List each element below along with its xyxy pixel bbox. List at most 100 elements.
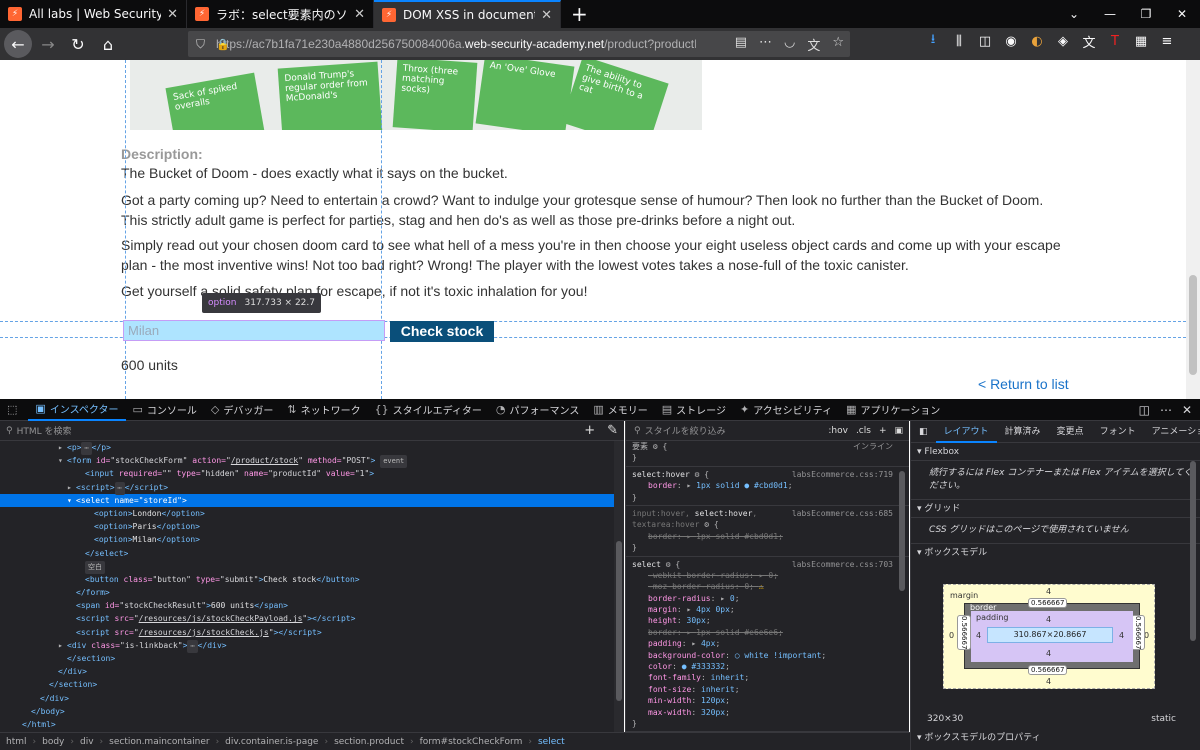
markup-node[interactable]: ▾ <form id="stockCheckForm" action="/prod… bbox=[0, 454, 624, 469]
pocket-icon[interactable]: ◡ bbox=[784, 35, 795, 54]
markup-node[interactable]: <option>Milan</option> bbox=[0, 533, 624, 546]
css-declaration[interactable]: border: ▸ 1px solid #cbd0d1; bbox=[626, 531, 909, 542]
markup-node[interactable]: <option>Paris</option> bbox=[0, 520, 624, 533]
tab-network[interactable]: ⇅ ネットワーク bbox=[280, 399, 367, 421]
scrollbar-thumb[interactable] bbox=[1189, 275, 1197, 375]
css-declaration[interactable]: padding: ▸ 4px; bbox=[626, 638, 909, 649]
margin-bottom[interactable]: 4 bbox=[1046, 677, 1051, 686]
account-icon[interactable]: ◉ bbox=[1002, 34, 1020, 49]
markup-node[interactable]: <script src="/resources/js/stockCheckPay… bbox=[0, 612, 624, 625]
tab-accessibility[interactable]: ✦ アクセシビリティ bbox=[733, 399, 839, 421]
breadcrumb-item[interactable]: form#stockCheckForm bbox=[420, 737, 523, 747]
tab-console[interactable]: ▭ コンソール bbox=[126, 399, 204, 421]
close-icon[interactable]: ✕ bbox=[354, 7, 365, 22]
bookmark-star-icon[interactable]: ☆ bbox=[832, 35, 844, 54]
collapsed-arrow-icon[interactable]: ▸ bbox=[58, 441, 67, 454]
tab-fonts[interactable]: フォント bbox=[1092, 421, 1144, 443]
home-icon[interactable]: ⌂ bbox=[94, 30, 122, 58]
browser-tab-all-labs[interactable]: ⚡ All labs | Web Security Academy ✕ bbox=[0, 0, 187, 28]
expanded-arrow-icon[interactable]: ▾ bbox=[67, 494, 76, 507]
minimize-icon[interactable]: — bbox=[1092, 7, 1128, 21]
margin-top[interactable]: 4 bbox=[1046, 587, 1051, 596]
breadcrumb-item[interactable]: section.maincontainer bbox=[109, 737, 209, 747]
breadcrumb-item[interactable]: div.container.is-page bbox=[225, 737, 318, 747]
return-to-list-link[interactable]: < Return to list bbox=[978, 376, 1069, 392]
expanded-arrow-icon[interactable]: ▾ bbox=[58, 454, 67, 467]
close-icon[interactable]: ✕ bbox=[541, 8, 552, 23]
store-select[interactable]: Milan bbox=[123, 320, 385, 341]
translate-icon[interactable]: ⽂ bbox=[807, 35, 820, 54]
rules-filter-input[interactable]: ⚲ スタイルを絞り込み :hov .cls + ▣ bbox=[626, 421, 909, 441]
back-arrow-icon[interactable]: ← bbox=[4, 30, 32, 58]
css-rule-line[interactable]: input:hover, select:hover, labsEcommerce.… bbox=[626, 508, 909, 519]
reload-icon[interactable]: ↻ bbox=[64, 30, 92, 58]
border-left[interactable]: 0.566667 bbox=[957, 615, 971, 651]
tab-inspector[interactable]: ▣ インスペクター bbox=[28, 399, 126, 421]
boxmodel-section-header[interactable]: ▾ ボックスモデル bbox=[911, 544, 1200, 562]
padding-right[interactable]: 4 bbox=[1119, 631, 1124, 640]
markup-node[interactable]: </div> bbox=[0, 665, 624, 678]
eyedropper-icon[interactable]: ✎ bbox=[607, 423, 618, 438]
markup-node[interactable]: </section> bbox=[0, 678, 624, 691]
markup-node[interactable]: </div> bbox=[0, 692, 624, 705]
scrollbar-thumb[interactable] bbox=[899, 471, 905, 591]
css-declaration[interactable]: margin: ▸ 4px 0px; bbox=[626, 604, 909, 615]
markup-node[interactable]: </html> bbox=[0, 718, 624, 731]
breadcrumb-item[interactable]: body bbox=[42, 737, 64, 747]
markup-node[interactable]: 空白 bbox=[0, 560, 624, 574]
breadcrumb-item[interactable]: section.product bbox=[334, 737, 404, 747]
css-declaration[interactable]: background-color: ○ white !important; bbox=[626, 650, 909, 661]
forward-arrow-icon[interactable]: → bbox=[34, 30, 62, 58]
markup-node[interactable]: ▾ <select name="storeId"> bbox=[0, 493, 624, 507]
markup-node[interactable]: </select> bbox=[0, 547, 624, 560]
css-declaration[interactable]: height: 30px; bbox=[626, 615, 909, 626]
tab-list-icon[interactable]: ⌄ bbox=[1056, 7, 1092, 21]
more-options-icon[interactable]: ⋯ bbox=[1160, 403, 1172, 417]
url-text[interactable]: https://ac7b1fa71e230a4880d256750084006a… bbox=[216, 37, 696, 51]
padding-left[interactable]: 4 bbox=[976, 631, 981, 640]
markup-node[interactable]: <input required="" type="hidden" name="p… bbox=[0, 467, 624, 480]
flexbox-section-header[interactable]: ▾ Flexbox bbox=[911, 443, 1200, 461]
tab-computed[interactable]: 計算済み bbox=[997, 421, 1049, 443]
cls-button[interactable]: .cls bbox=[856, 426, 871, 436]
tab-storage[interactable]: ▤ ストレージ bbox=[655, 399, 733, 421]
css-rule-line[interactable]: } bbox=[626, 718, 909, 729]
markup-node[interactable]: </section> bbox=[0, 652, 624, 665]
markup-node[interactable]: </body> bbox=[0, 705, 624, 718]
add-rule-icon[interactable]: + bbox=[879, 426, 887, 436]
tab-application[interactable]: ▦ アプリケーション bbox=[839, 399, 947, 421]
css-rule-line[interactable]: textarea:hover ⚙ { bbox=[626, 519, 909, 530]
markup-node[interactable]: ▸ <p> ⋯ </p> bbox=[0, 441, 624, 456]
grid-section-header[interactable]: ▾ グリッド bbox=[911, 500, 1200, 518]
css-declaration[interactable]: -moz-border-radius: 0; ⚠ bbox=[626, 581, 909, 592]
url-bar[interactable]: ⛉ 🔒 https://ac7b1fa71e230a4880d256750084… bbox=[188, 31, 850, 57]
collapsed-arrow-icon[interactable]: ▸ bbox=[67, 481, 76, 494]
content-box[interactable]: 310.867×20.8667 bbox=[987, 627, 1113, 643]
rules-scrollbar[interactable] bbox=[899, 441, 907, 732]
element-picker-icon[interactable]: ⬚ bbox=[0, 399, 28, 421]
tab-layout[interactable]: レイアウト bbox=[935, 421, 997, 443]
border-top[interactable]: 0.566667 bbox=[1028, 598, 1068, 608]
markup-node[interactable]: <button class="button" type="submit">Che… bbox=[0, 573, 624, 586]
markup-node[interactable]: <option>London</option> bbox=[0, 507, 624, 520]
new-tab-button[interactable]: + bbox=[561, 0, 598, 28]
css-declaration[interactable]: border: ▸ 1px solid #e6e6e6; bbox=[626, 627, 909, 638]
css-declaration[interactable]: border: ▸ 1px solid ● #cbd0d1; bbox=[626, 480, 909, 491]
css-declaration[interactable]: -webkit-border-radius: ▸ 0; bbox=[626, 570, 909, 581]
sidebar-icon[interactable]: ◫ bbox=[976, 34, 994, 49]
tab-changes[interactable]: 変更点 bbox=[1049, 421, 1092, 443]
css-rule-line[interactable]: } bbox=[626, 542, 909, 553]
close-window-icon[interactable]: ✕ bbox=[1164, 7, 1200, 21]
restore-icon[interactable]: ❐ bbox=[1128, 7, 1164, 21]
tab-animations[interactable]: アニメーション bbox=[1144, 421, 1200, 443]
page-scrollbar[interactable] bbox=[1186, 60, 1200, 399]
collapsed-arrow-icon[interactable]: ▸ bbox=[58, 639, 67, 652]
css-rule-line[interactable]: select ⚙ {labsEcommerce.css:703 bbox=[626, 559, 909, 570]
lock-icon[interactable]: 🔒 bbox=[216, 38, 230, 51]
check-stock-button[interactable]: Check stock bbox=[390, 321, 494, 342]
print-simulation-icon[interactable]: ▣ bbox=[894, 426, 903, 436]
rule-source-link[interactable]: labsEcommerce.css:685 bbox=[792, 508, 893, 519]
padding-bottom[interactable]: 4 bbox=[1046, 649, 1051, 658]
markup-node[interactable]: </form> bbox=[0, 586, 624, 599]
boxmodel-properties-header[interactable]: ▾ ボックスモデルのプロパティ bbox=[917, 730, 1041, 743]
